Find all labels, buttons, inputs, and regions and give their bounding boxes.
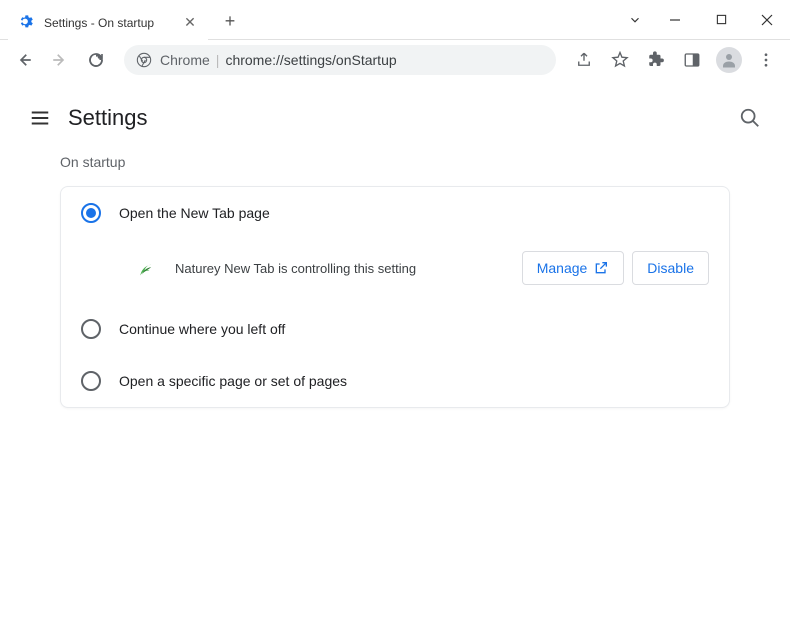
leaf-icon <box>137 258 157 278</box>
section-title: On startup <box>60 154 730 170</box>
settings-header: Settings <box>0 90 790 146</box>
radio-checked-icon[interactable] <box>81 203 101 223</box>
window-titlebar: Settings - On startup ✕ + <box>0 0 790 40</box>
share-icon[interactable] <box>568 44 600 76</box>
option-label: Open the New Tab page <box>119 205 270 221</box>
startup-card: Open the New Tab page Naturey New Tab is… <box>60 186 730 408</box>
tab-search-icon[interactable] <box>618 13 652 27</box>
minimize-button[interactable] <box>652 3 698 37</box>
url-text: Chrome | chrome://settings/onStartup <box>160 52 397 68</box>
close-tab-icon[interactable]: ✕ <box>182 15 198 31</box>
open-external-icon <box>593 260 609 276</box>
profile-avatar[interactable] <box>716 47 742 73</box>
tab-title: Settings - On startup <box>44 16 174 30</box>
radio-unchecked-icon[interactable] <box>81 319 101 339</box>
option-label: Open a specific page or set of pages <box>119 373 347 389</box>
window-close-button[interactable] <box>744 3 790 37</box>
disable-button[interactable]: Disable <box>632 251 709 285</box>
forward-button[interactable] <box>44 44 76 76</box>
browser-toolbar: Chrome | chrome://settings/onStartup <box>0 40 790 80</box>
search-icon[interactable] <box>730 98 770 138</box>
address-bar[interactable]: Chrome | chrome://settings/onStartup <box>124 45 556 75</box>
extensions-icon[interactable] <box>640 44 672 76</box>
overflow-menu-icon[interactable] <box>750 44 782 76</box>
bookmark-icon[interactable] <box>604 44 636 76</box>
chrome-icon <box>136 52 152 68</box>
settings-content: On startup Open the New Tab page Naturey… <box>0 146 790 408</box>
extension-control-row: Naturey New Tab is controlling this sett… <box>61 239 729 303</box>
page-title: Settings <box>68 105 148 131</box>
hamburger-menu-icon[interactable] <box>20 98 60 138</box>
new-tab-button[interactable]: + <box>216 8 244 36</box>
sidepanel-icon[interactable] <box>676 44 708 76</box>
radio-unchecked-icon[interactable] <box>81 371 101 391</box>
browser-tab[interactable]: Settings - On startup ✕ <box>8 6 208 40</box>
extension-message: Naturey New Tab is controlling this sett… <box>175 261 504 276</box>
option-continue[interactable]: Continue where you left off <box>61 303 729 355</box>
option-label: Continue where you left off <box>119 321 285 337</box>
manage-button[interactable]: Manage <box>522 251 625 285</box>
option-specific-pages[interactable]: Open a specific page or set of pages <box>61 355 729 407</box>
gear-icon <box>20 15 36 31</box>
back-button[interactable] <box>8 44 40 76</box>
reload-button[interactable] <box>80 44 112 76</box>
option-new-tab-page[interactable]: Open the New Tab page <box>61 187 729 239</box>
window-controls <box>618 0 790 40</box>
maximize-button[interactable] <box>698 3 744 37</box>
